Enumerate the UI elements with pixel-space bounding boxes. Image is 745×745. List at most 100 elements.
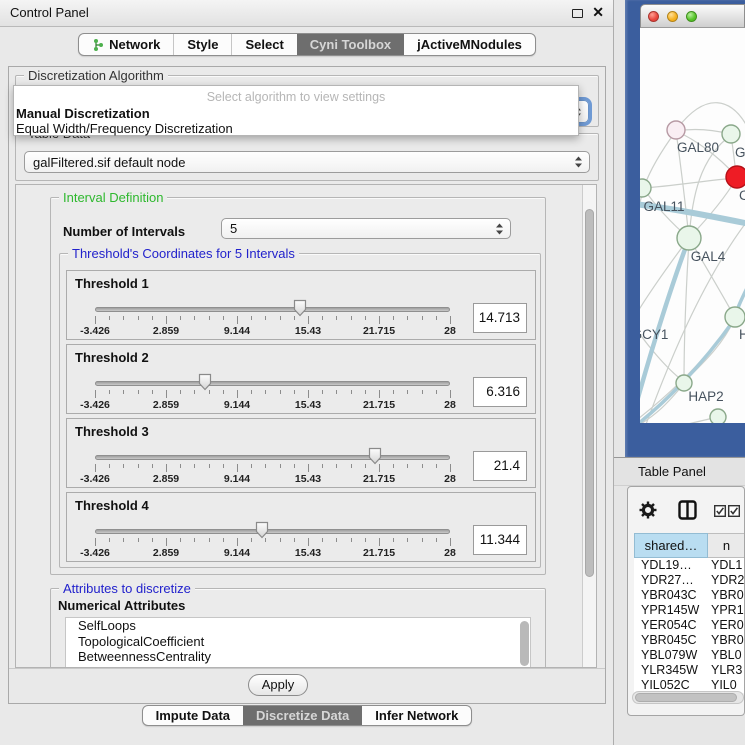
network-canvas[interactable]: GAL80GACGAL11GAL4GCY1HHAP2 (640, 28, 745, 423)
tick-mark (365, 390, 366, 394)
network-node-gal4[interactable] (677, 226, 701, 250)
network-node-c[interactable] (726, 166, 745, 188)
tick-mark (237, 390, 238, 398)
tab-label: Network (109, 37, 160, 52)
network-edge[interactable] (644, 131, 676, 187)
tick-mark (123, 464, 124, 468)
close-icon[interactable]: ✕ (592, 4, 604, 21)
tick-mark (422, 538, 423, 542)
network-node-unlabeled[interactable] (710, 409, 726, 423)
numerical-attributes-list[interactable]: SelfLoopsTopologicalCoefficientBetweenne… (65, 617, 531, 668)
number-of-intervals-select[interactable]: 5 (221, 218, 511, 239)
attributes-scrollbar[interactable] (520, 621, 529, 666)
threshold-panel: Threshold 4 -3.4262.8599.14415.4321.7152… (66, 492, 536, 562)
tick-mark (123, 316, 124, 320)
slider-thumb[interactable] (368, 447, 382, 465)
table-row[interactable]: YBL079WYBL0 (634, 648, 745, 663)
threshold-panel: Threshold 2 -3.4262.8599.14415.4321.7152… (66, 344, 536, 414)
tick-mark (407, 464, 408, 468)
slider-thumb[interactable] (198, 373, 212, 391)
table-header-row: shared… n (634, 533, 745, 558)
tick-mark (251, 316, 252, 320)
table-row[interactable]: YBR043CYBR0 (634, 588, 745, 603)
scrollbar-thumb[interactable] (635, 693, 737, 702)
table-horizontal-scrollbar[interactable] (632, 691, 744, 704)
thresholds-title: Threshold's Coordinates for 5 Intervals (68, 246, 299, 261)
apply-row: Apply (9, 668, 605, 703)
slider-track[interactable] (95, 381, 450, 386)
tab-label: Cyni Toolbox (310, 37, 391, 52)
tick-mark (322, 464, 323, 468)
tick-mark (138, 464, 139, 468)
tick-label: 2.859 (153, 399, 179, 411)
tick-mark (336, 538, 337, 542)
slider-track[interactable] (95, 529, 450, 534)
tab-style[interactable]: Style (173, 34, 231, 55)
tick-label: 2.859 (153, 325, 179, 337)
tab-jactivemnodules[interactable]: jActiveMNodules (404, 34, 535, 55)
split-columns-icon[interactable] (678, 500, 697, 520)
network-edge[interactable] (684, 240, 689, 382)
attribute-item[interactable]: BetweennessCentrality (66, 649, 530, 665)
table-row[interactable]: YDR27…YDR2 (634, 573, 745, 588)
slider-track[interactable] (95, 455, 450, 460)
tab-infer-network[interactable]: Infer Network (362, 706, 471, 725)
network-node-h[interactable] (725, 307, 745, 327)
table-row[interactable]: YLR345WYLR3 (634, 663, 745, 678)
minimize-traffic-light[interactable] (667, 11, 678, 22)
network-node-ga[interactable] (722, 125, 740, 143)
table-data-select[interactable]: galFiltered.sif default node (24, 151, 590, 173)
network-edge[interactable] (644, 178, 736, 188)
tick-mark (194, 390, 195, 394)
tick-mark (422, 464, 423, 468)
threshold-value-field[interactable]: 11.344 (473, 525, 527, 555)
bottom-tab-group: Impute DataDiscretize Data Infer Network (142, 705, 473, 726)
checkbox-icon[interactable] (714, 505, 726, 517)
close-traffic-light[interactable] (648, 11, 659, 22)
network-edge[interactable] (640, 417, 717, 423)
tab-select[interactable]: Select (231, 34, 296, 55)
slider-thumb[interactable] (255, 521, 269, 539)
tick-label: 21.715 (363, 325, 395, 337)
tick-mark (280, 390, 281, 394)
tick-mark (351, 464, 352, 468)
slider-track[interactable] (95, 307, 450, 312)
tab-discretize-data[interactable]: Discretize Data (243, 706, 362, 725)
attribute-item[interactable]: SelfLoops (66, 618, 530, 634)
column-header-shared-name[interactable]: shared… (634, 533, 708, 558)
tick-mark (450, 464, 451, 472)
tick-mark (152, 390, 153, 394)
float-window-icon[interactable] (572, 9, 583, 18)
gear-icon[interactable] (639, 501, 657, 519)
scrollbar-thumb[interactable] (585, 209, 594, 577)
tab-cyni-toolbox[interactable]: Cyni Toolbox (297, 34, 404, 55)
table-cell: YER054C (634, 618, 708, 633)
attribute-item[interactable]: TopologicalCoefficient (66, 634, 530, 650)
threshold-value-field[interactable]: 14.713 (473, 303, 527, 333)
slider-thumb[interactable] (293, 299, 307, 317)
scrollbar-track[interactable] (582, 185, 596, 667)
tick-mark (379, 538, 380, 546)
network-node-gal11[interactable] (640, 179, 651, 197)
threshold-value-field[interactable]: 6.316 (473, 377, 527, 407)
tick-mark (237, 316, 238, 324)
zoom-traffic-light[interactable] (686, 11, 697, 22)
table-row[interactable]: YBR045CYBR0 (634, 633, 745, 648)
tick-label: 9.144 (224, 473, 250, 485)
network-node-gal80[interactable] (667, 121, 685, 139)
table-row[interactable]: YDL19…YDL1 (634, 558, 745, 573)
table-row[interactable]: YPR145WYPR1 (634, 603, 745, 618)
tab-impute-data[interactable]: Impute Data (143, 706, 243, 725)
column-header-name[interactable]: n (708, 533, 745, 558)
network-icon (92, 38, 104, 52)
tab-label: Infer Network (375, 708, 458, 723)
tab-network[interactable]: Network (79, 34, 173, 55)
threshold-value-field[interactable]: 21.4 (473, 451, 527, 481)
dropdown-option-manual[interactable]: Manual Discretization (14, 106, 578, 121)
apply-button[interactable]: Apply (248, 674, 308, 696)
dropdown-option-equal-width[interactable]: Equal Width/Frequency Discretization (14, 121, 578, 136)
tick-mark (393, 538, 394, 542)
tick-mark (265, 390, 266, 394)
table-row[interactable]: YER054CYER0 (634, 618, 745, 633)
checkbox-icon[interactable] (728, 505, 740, 517)
